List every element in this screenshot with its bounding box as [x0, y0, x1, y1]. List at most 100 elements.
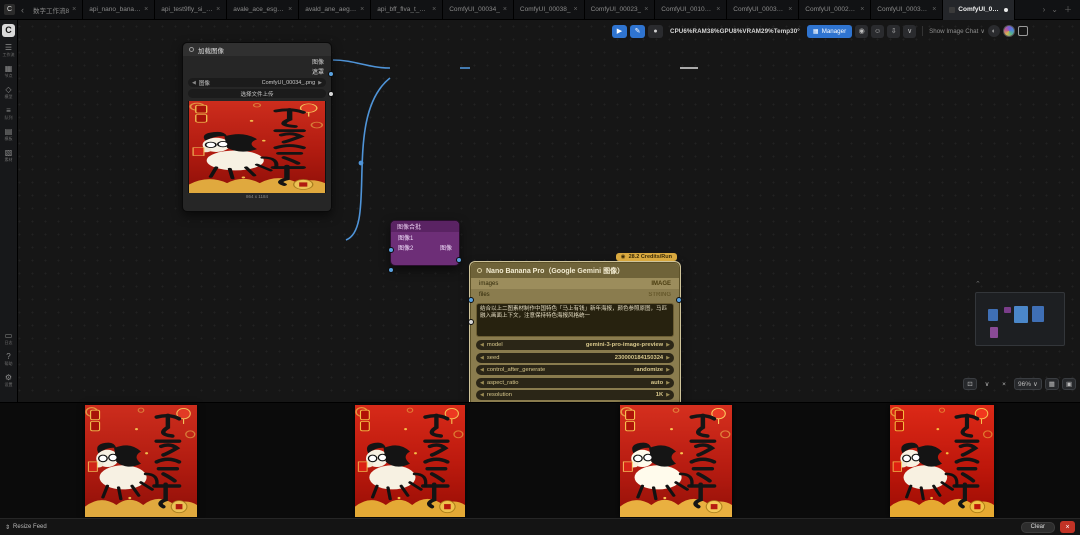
workflow-tab-4[interactable]: avale_ace_esg_1.5_× [227, 0, 299, 20]
sidebar-item-models[interactable]: ◇模型 [5, 85, 13, 99]
account-button[interactable]: ☺ [871, 25, 884, 38]
image-chat-toggle[interactable]: Show Image Chat∨ [929, 28, 985, 35]
user-avatar[interactable] [1003, 25, 1015, 37]
queue-options-button[interactable]: ● [648, 25, 663, 38]
tab-close-icon[interactable]: × [644, 6, 648, 13]
share-button[interactable]: ⇩ [887, 25, 900, 38]
tab-menu-icon[interactable]: ⌄ [1051, 5, 1058, 14]
generated-image-2[interactable] [355, 405, 465, 517]
link-dot-icon[interactable] [359, 161, 364, 166]
resize-feed-control[interactable]: ⇕ Resize Feed [5, 524, 47, 531]
next-icon[interactable]: ▶ [666, 380, 670, 386]
next-icon[interactable]: ▶ [666, 355, 670, 361]
node-header[interactable]: 加载图像 [183, 43, 331, 56]
input-port-image2[interactable] [388, 267, 394, 273]
sidebar-item-nodes[interactable]: ▦节点 [5, 64, 13, 78]
prev-icon[interactable]: ◀ [192, 80, 196, 86]
app-logo-icon[interactable]: C [4, 4, 15, 15]
notifications-button[interactable]: ◉ [855, 25, 868, 38]
output-port-mask[interactable] [328, 91, 334, 97]
widget-aspect-ratio[interactable]: ◀aspect_ratioauto▶ [476, 378, 674, 388]
generated-image-1[interactable] [85, 405, 197, 517]
image-file-combo[interactable]: ◀图像ComfyUI_00034_.png▶ [188, 78, 326, 87]
workflow-tab-active[interactable]: ComfyUI_00095_ [943, 0, 1015, 20]
generated-image-3[interactable] [620, 405, 732, 517]
fit-view-button[interactable]: ⊡ [963, 378, 977, 390]
tab-close-icon[interactable]: × [574, 6, 578, 13]
tab-close-icon[interactable]: × [716, 6, 720, 13]
workflow-tab-1[interactable]: 数字工作流8× [27, 0, 83, 20]
minimap[interactable] [975, 292, 1065, 346]
node-header[interactable]: Nano Banana Pro（Google Gemini 图像） [471, 263, 679, 278]
workflow-tab-3[interactable]: api_test9fly_si_avid× [155, 0, 227, 20]
sidebar-item-settings[interactable]: ⚙设置 [5, 373, 13, 387]
tabs-scroll-right-icon[interactable]: › [1043, 5, 1046, 14]
prev-icon[interactable]: ◀ [480, 342, 484, 348]
fullscreen-icon[interactable] [1018, 26, 1028, 36]
workflow-tab-8[interactable]: ComfyUI_00038_× [514, 0, 585, 20]
prev-icon[interactable]: ◀ [480, 355, 484, 361]
tab-close-icon[interactable]: × [144, 6, 148, 13]
zoom-menu-icon[interactable]: ∨ [980, 378, 994, 390]
comfyui-logo-icon[interactable]: C [2, 24, 15, 37]
generated-image-4[interactable] [890, 405, 994, 517]
theme-button[interactable]: ◐ [988, 25, 1000, 37]
node-graph-canvas[interactable]: 加载图像 图像 遮罩 ◀图像ComfyUI_00034_.png▶ 选择文件上传… [0, 20, 1080, 402]
prompt-textarea[interactable]: 结合以上二图素材制作中国特色「马上有钱」新年海报，颜色参照原图，马匹融入画面上下… [476, 303, 674, 337]
more-button[interactable]: ∨ [903, 25, 916, 38]
clear-feed-button[interactable]: Clear [1021, 522, 1055, 533]
tab-close-icon[interactable]: × [432, 6, 436, 13]
prev-icon[interactable]: ◀ [480, 367, 484, 373]
next-icon[interactable]: ▶ [666, 392, 670, 398]
collapse-dot-icon[interactable] [189, 47, 194, 52]
sidebar-item-queue[interactable]: ≡队列 [5, 106, 13, 120]
input-port-files[interactable] [468, 319, 474, 325]
prev-icon[interactable]: ◀ [480, 380, 484, 386]
sidebar-item-workflows[interactable]: ☰工作流 [3, 43, 15, 57]
focus-mode-button[interactable]: ▣ [1062, 378, 1076, 390]
output-port-image[interactable] [456, 257, 462, 263]
widget-seed[interactable]: ◀seed230000184150324▶ [476, 353, 674, 363]
workflow-tab-6[interactable]: api_bff_flva_t_banm× [371, 0, 443, 20]
close-icon[interactable]: × [997, 378, 1011, 390]
quick-edit-button[interactable]: ✎ [630, 25, 645, 38]
close-feed-button[interactable]: × [1060, 521, 1075, 533]
run-button[interactable]: ▶ [612, 25, 627, 38]
sidebar-item-help[interactable]: ?帮助 [5, 352, 13, 366]
minimap-toggle-button[interactable]: ▦ [1045, 378, 1059, 390]
widget-resolution[interactable]: ◀resolution1K▶ [476, 390, 674, 400]
tab-close-icon[interactable]: × [932, 6, 936, 13]
workflow-tab-2[interactable]: api_nano_banana_pro× [83, 0, 155, 20]
tabs-scroll-left-icon[interactable]: ‹ [21, 5, 24, 15]
workflow-tab-7[interactable]: ComfyUI_00034_× [443, 0, 514, 20]
tab-close-icon[interactable]: × [72, 6, 76, 13]
workflow-tab-10[interactable]: ComfyUI_00104_ (2)× [655, 0, 727, 20]
tab-close-icon[interactable]: × [288, 6, 292, 13]
widget-model[interactable]: ◀modelgemini-3-pro-image-preview▶ [476, 340, 674, 350]
next-icon[interactable]: ▶ [318, 80, 322, 86]
tab-close-icon[interactable]: × [788, 6, 792, 13]
tab-close-icon[interactable]: × [503, 6, 507, 13]
zoom-level-button[interactable]: 96%∨ [1014, 378, 1042, 390]
workflow-tab-5[interactable]: avald_ane_aeg_1.5_× [299, 0, 371, 20]
prev-icon[interactable]: ◀ [480, 392, 484, 398]
node-load-image-top[interactable]: 加载图像 图像 遮罩 ◀图像ComfyUI_00034_.png▶ 选择文件上传… [182, 42, 332, 212]
next-icon[interactable]: ▶ [666, 342, 670, 348]
node-nano-banana-pro[interactable]: ◉28.2 Credits/Run Nano Banana Pro（Google… [470, 262, 680, 402]
minimap-collapse-icon[interactable]: ⌃ [975, 280, 981, 288]
workflow-tab-12[interactable]: ComfyUI_00023_ (2)× [799, 0, 871, 20]
node-header[interactable]: 图像合批 [391, 221, 459, 232]
workflow-tab-9[interactable]: ComfyUI_00023_× [585, 0, 656, 20]
workflow-tab-13[interactable]: ComfyUI_00036_ (2)× [871, 0, 943, 20]
widget-control-after-generate[interactable]: ◀control_after_generaterandomize▶ [476, 365, 674, 375]
sidebar-item-templates[interactable]: ▤模板 [5, 127, 13, 141]
next-icon[interactable]: ▶ [666, 367, 670, 373]
sidebar-item-assets[interactable]: ▧素材 [5, 148, 13, 162]
upload-button[interactable]: 选择文件上传 [188, 89, 326, 98]
new-tab-button[interactable]: ＋ [1064, 4, 1072, 15]
tab-close-icon[interactable]: × [216, 6, 220, 13]
node-image-batch[interactable]: 图像合批 图像1 图像 图像2 [390, 220, 460, 266]
collapse-dot-icon[interactable] [477, 268, 482, 273]
tab-close-icon[interactable]: × [860, 6, 864, 13]
tab-close-icon[interactable]: × [360, 6, 364, 13]
